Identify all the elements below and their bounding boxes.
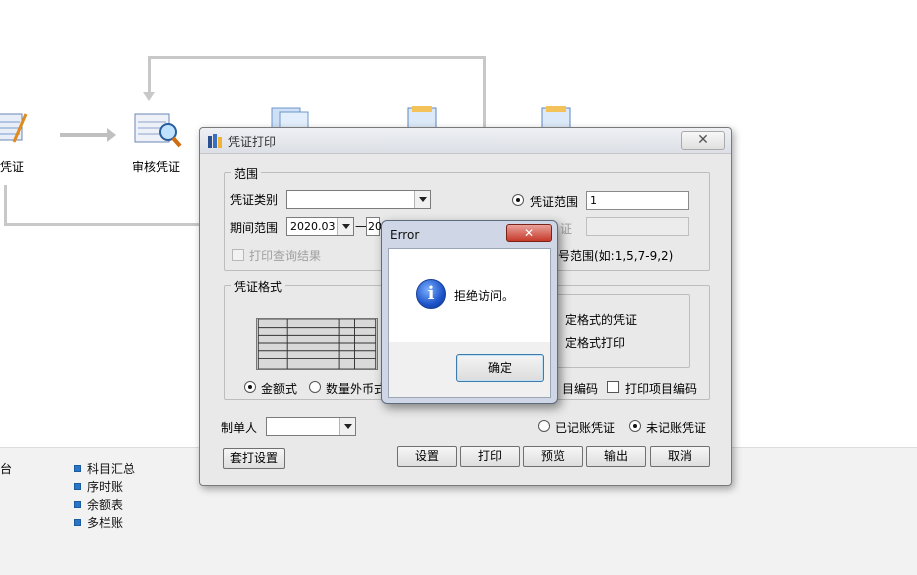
report-link-label: 余额表 <box>87 497 124 512</box>
error-title: Error <box>390 228 420 242</box>
posted-radio[interactable] <box>538 420 550 432</box>
error-message: 拒绝访问。 <box>454 289 515 303</box>
chevron-down-icon[interactable] <box>414 191 430 208</box>
report-link-account-summary[interactable]: 科目汇总 <box>74 459 135 477</box>
maker-select[interactable] <box>266 417 356 436</box>
range-legend: 范围 <box>231 165 262 182</box>
voucher-format-preview <box>256 318 378 370</box>
flow-node-review-voucher[interactable] <box>132 110 182 153</box>
format-amount-radio[interactable] <box>244 381 256 393</box>
item-code-label: 目编码 <box>562 382 599 396</box>
chevron-down-icon[interactable] <box>337 218 353 235</box>
period-to-select[interactable]: 20 <box>366 217 382 236</box>
flow-connector <box>148 56 486 59</box>
print-app-icon <box>208 134 222 148</box>
report-bullet-icon <box>74 482 81 490</box>
voucher-type-label: 凭证类别 <box>230 193 279 207</box>
print-item-code-label: 打印项目编码 <box>625 382 698 396</box>
flow-connector <box>4 223 200 226</box>
maker-label: 制单人 <box>221 421 258 435</box>
format-options-box <box>550 294 690 368</box>
report-bullet-icon <box>74 500 81 508</box>
format-qty-radio[interactable] <box>309 381 321 393</box>
format-qty-label: 数量外币式 <box>326 382 387 396</box>
dialog-titlebar[interactable]: 凭证打印 ✕ <box>200 128 731 154</box>
fixed-format-voucher-label: 定格式的凭证 <box>565 313 638 327</box>
voucher-secondary-input[interactable] <box>586 217 689 236</box>
print-item-code-checkbox[interactable] <box>607 381 619 393</box>
report-link-label: 科目汇总 <box>87 461 136 476</box>
flow-connector <box>4 185 7 225</box>
flow-node-label: 凭证 <box>0 160 25 174</box>
flow-connector <box>148 56 151 94</box>
format-legend: 凭证格式 <box>231 278 286 295</box>
report-link-balance-sheet[interactable]: 余额表 <box>74 495 123 513</box>
fixed-format-print-label: 定格式打印 <box>565 336 626 350</box>
error-dialog: Error ✕ i 拒绝访问。 确定 <box>381 220 558 404</box>
voucher-type-select[interactable] <box>286 190 431 209</box>
side-label: 台 <box>0 462 13 476</box>
voucher-range-input[interactable]: 1 <box>586 191 689 210</box>
voucher-range-radio[interactable] <box>512 194 524 206</box>
print-button[interactable]: 打印 <box>460 446 520 467</box>
period-from-select[interactable]: 2020.03 <box>286 217 354 236</box>
chevron-down-icon[interactable] <box>339 418 355 435</box>
format-amount-label: 金额式 <box>261 382 298 396</box>
voucher-edit-icon <box>0 113 28 143</box>
report-bullet-icon <box>74 464 81 472</box>
dialog-title: 凭证打印 <box>228 135 277 149</box>
dialog-close-button[interactable]: ✕ <box>681 131 725 150</box>
report-link-journal[interactable]: 序时账 <box>74 477 123 495</box>
voucher-range-hint: 号范围(如:1,5,7-9,2) <box>558 249 674 263</box>
unposted-radio[interactable] <box>629 420 641 432</box>
period-from-value: 2020.03 <box>290 220 336 233</box>
review-voucher-icon <box>134 113 182 148</box>
flow-connector <box>483 56 486 128</box>
flow-node-label: 审核凭证 <box>132 160 181 174</box>
report-link-multi-column[interactable]: 多栏账 <box>74 513 123 531</box>
settings-button[interactable]: 设置 <box>397 446 457 467</box>
unposted-label: 未记账凭证 <box>646 421 707 435</box>
flow-arrow <box>60 128 116 142</box>
info-icon: i <box>416 279 446 309</box>
error-close-button[interactable]: ✕ <box>506 224 552 242</box>
export-button[interactable]: 输出 <box>586 446 646 467</box>
cancel-button[interactable]: 取消 <box>650 446 710 467</box>
voucher-range-label: 凭证范围 <box>530 195 579 209</box>
error-body: i 拒绝访问。 确定 <box>388 248 551 398</box>
print-query-label: 打印查询结果 <box>249 249 322 263</box>
voucher-secondary-label: 证 <box>560 222 573 236</box>
preview-button[interactable]: 预览 <box>523 446 583 467</box>
period-range-label: 期间范围 <box>230 221 279 235</box>
ok-button[interactable]: 确定 <box>456 354 544 382</box>
flow-node-voucher-entry[interactable] <box>0 108 30 151</box>
period-to-value: 20 <box>368 220 382 233</box>
posted-label: 已记账凭证 <box>555 421 616 435</box>
report-link-label: 多栏账 <box>87 515 124 530</box>
print-query-checkbox[interactable] <box>232 249 244 261</box>
flow-arrowhead <box>143 92 155 101</box>
report-bullet-icon <box>74 518 81 526</box>
template-settings-button[interactable]: 套打设置 <box>223 448 285 469</box>
report-link-label: 序时账 <box>87 479 124 494</box>
